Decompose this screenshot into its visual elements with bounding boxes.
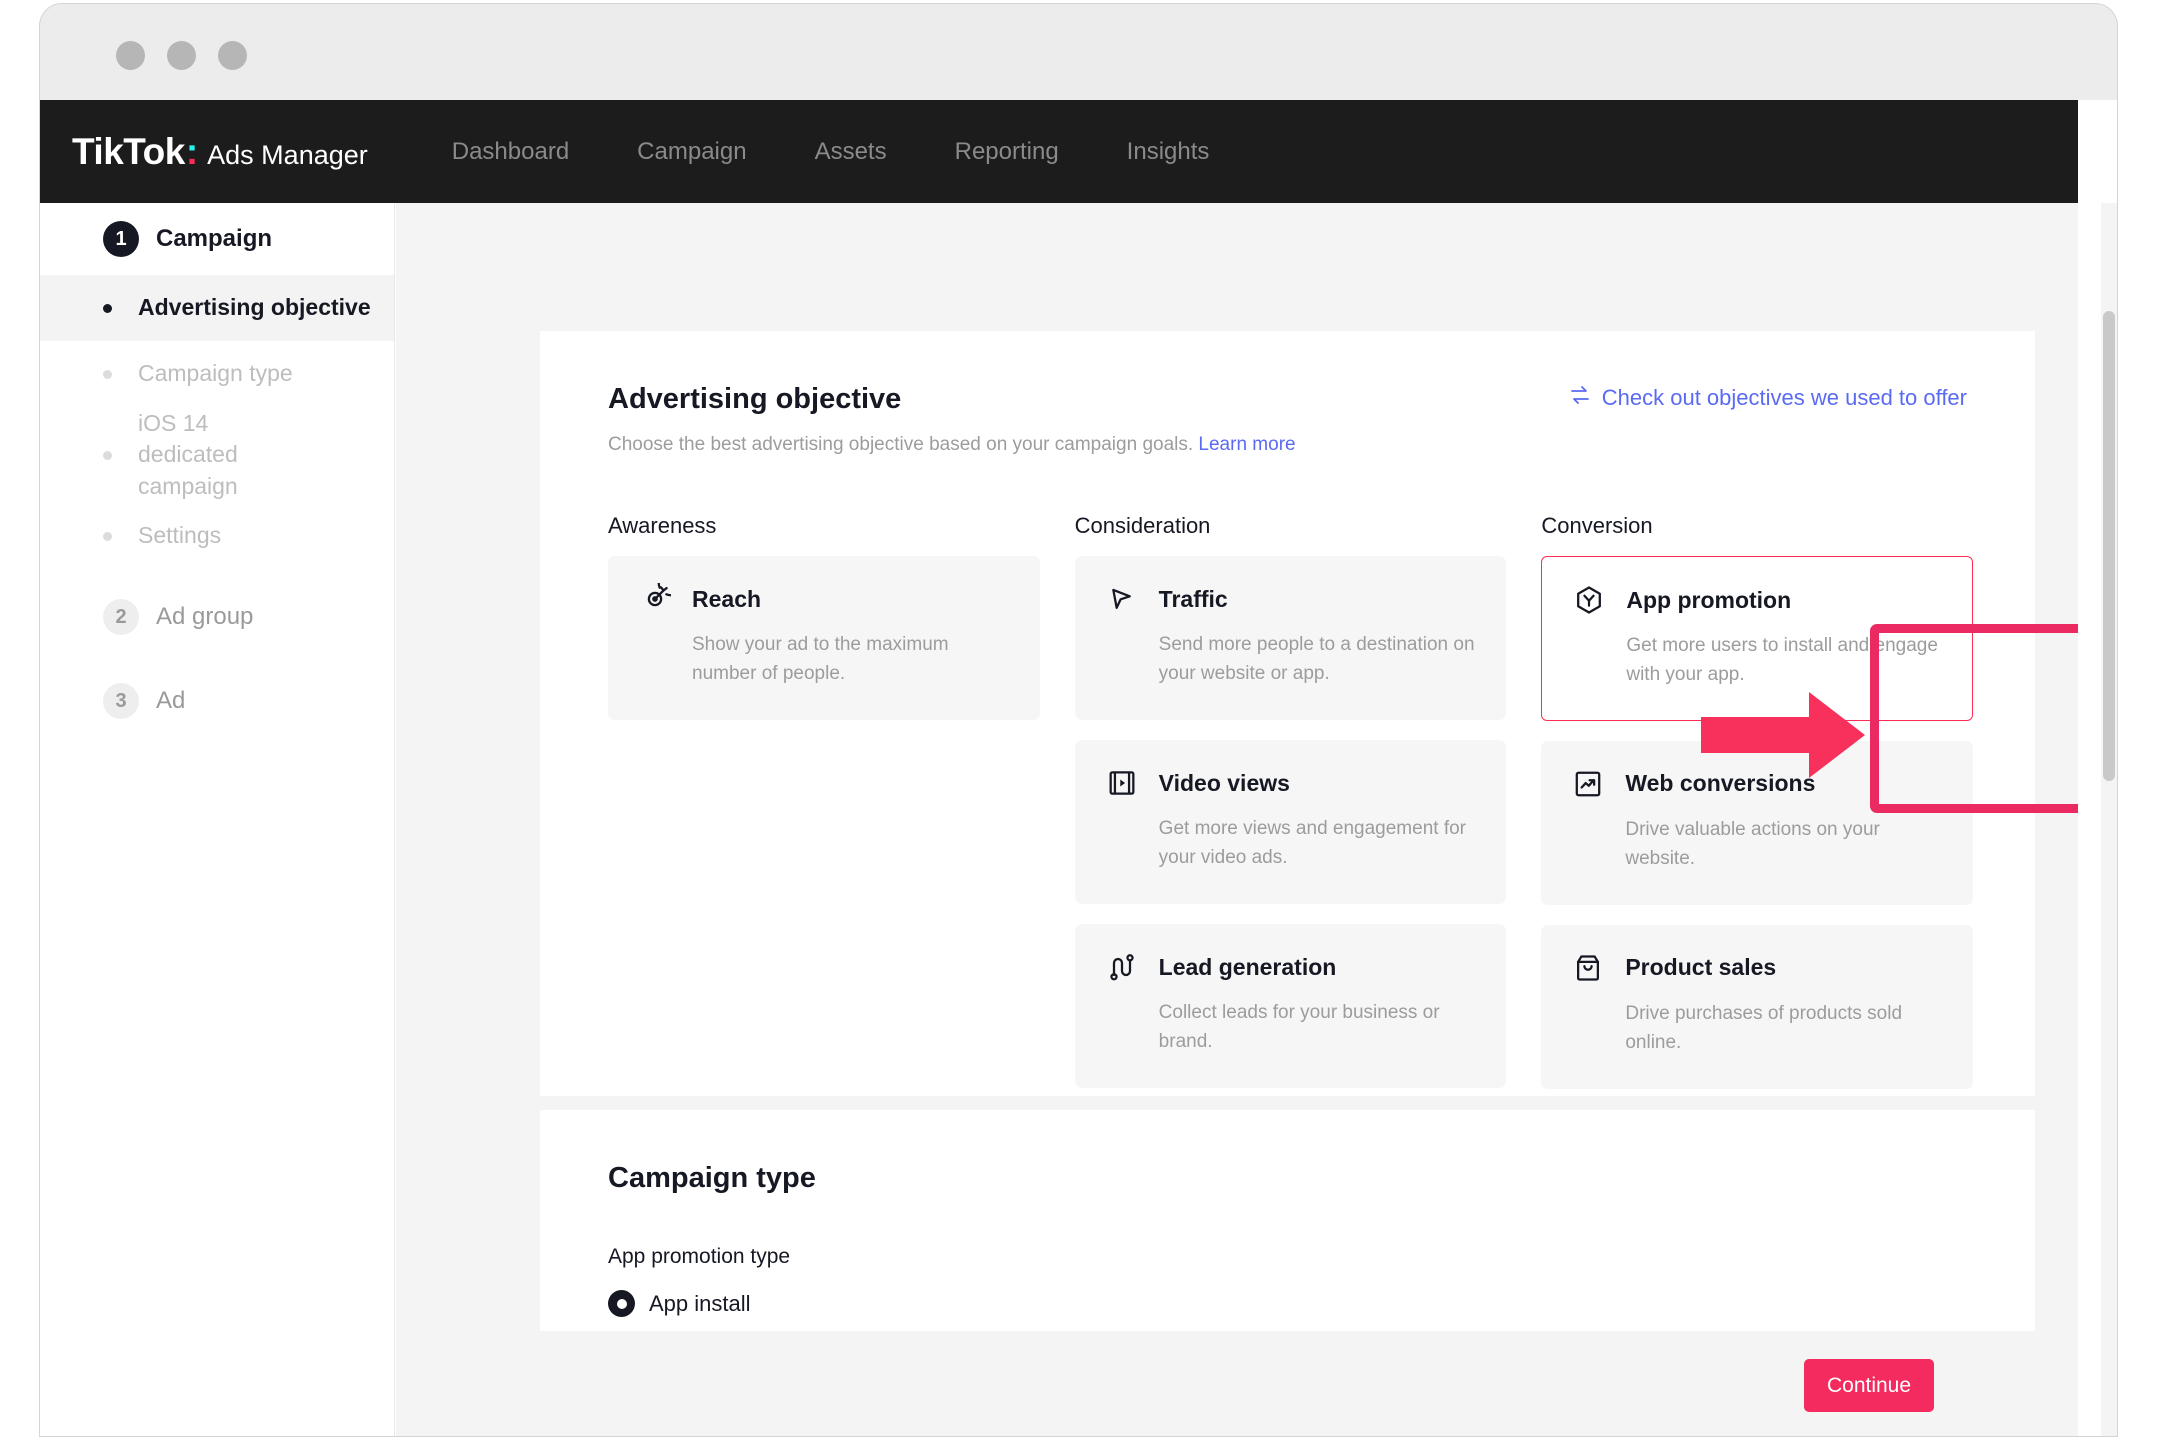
browser-titlebar [40,4,2117,100]
column-heading-consideration: Consideration [1074,513,1211,538]
sidebar-item-label-campaign-type: Campaign type [138,360,293,387]
check-previous-objectives-label: Check out objectives we used to offer [1601,385,1967,410]
objective-card-reach[interactable]: Reach Show your ad to the maximum number… [608,556,1040,720]
brand-colon-glyph: : [185,130,199,172]
objective-card-header: Product sales [1571,951,1943,985]
sidebar-step-ad-group[interactable]: 2 Ad group [40,581,394,653]
objective-card-description-app-promotion: Get more users to install and engage wit… [1626,635,1938,686]
step-number-badge-1: 1 [103,221,139,257]
continue-button[interactable]: Continue [1804,1359,1934,1412]
learn-more-link[interactable]: Learn more [1198,434,1295,455]
top-nav-links: Dashboard Campaign Assets Reporting Insi… [428,130,1254,174]
reach-target-icon [638,582,672,616]
sidebar-step-label-ad-group: Ad group [156,603,254,630]
sidebar-item-campaign-type[interactable]: Campaign type [40,341,394,407]
objective-card-header: Lead generation [1105,950,1477,984]
tiktok-ads-manager-logo[interactable]: TikTok : Ads Manager [72,131,368,173]
objective-card-web-conversions[interactable]: Web conversions Drive valuable actions o… [1541,740,1974,905]
column-heading-conversion: Conversion [1541,513,1653,538]
objective-card-title-app-promotion: App promotion [1626,586,1792,613]
step-number-badge-2: 2 [103,599,139,635]
sidebar-step-label-campaign: Campaign [156,225,273,252]
page-subtitle-text: Choose the best advertising objective ba… [608,434,1194,455]
objective-card-header: Reach [638,582,1010,616]
sidebar-item-settings[interactable]: Settings [40,503,394,569]
app-promotion-type-label: App promotion type [608,1245,791,1268]
browser-window: TikTok : Ads Manager Dashboard Campaign … [40,4,2117,1436]
minimize-dot[interactable] [167,41,196,70]
app-hexagon-icon [1572,583,1606,617]
film-play-icon [1105,766,1139,800]
maximize-dot[interactable] [218,41,247,70]
objective-card-description-product-sales: Drive purchases of products sold online. [1625,1002,1903,1054]
campaign-sidebar: 1 Campaign Advertising objective Campaig… [40,203,395,1436]
brand-ads-manager-text: Ads Manager [207,139,368,170]
objective-card-video-views[interactable]: Video views Get more views and engagemen… [1074,740,1507,904]
page-viewport: TikTok : Ads Manager Dashboard Campaign … [40,100,2117,1436]
objective-card-description-web-conversions: Drive valuable actions on your website. [1625,818,1880,870]
objective-card-traffic[interactable]: Traffic Send more people to a destinatio… [1074,556,1507,720]
objective-card-header: Traffic [1105,582,1477,616]
trend-up-box-icon [1571,767,1605,801]
brand-tiktok-text: TikTok [72,130,185,172]
advertising-objective-panel: Advertising objective Choose the best ad… [540,331,2035,1272]
sidebar-item-ios14-dedicated-campaign[interactable]: iOS 14 dedicated campaign [40,407,394,503]
sidebar-step-campaign[interactable]: 1 Campaign [40,203,394,275]
check-previous-objectives-link[interactable]: Check out objectives we used to offer [1568,383,1967,413]
bullet-icon [103,303,112,313]
objective-card-product-sales[interactable]: Product sales Drive purchases of product… [1541,924,1974,1089]
objective-card-header: App promotion [1572,583,1942,617]
nav-right-filler [2078,100,2117,203]
objective-card-description-traffic: Send more people to a destination on you… [1158,634,1475,685]
sidebar-step-ad[interactable]: 3 Ad [40,665,394,737]
nav-item-assets[interactable]: Assets [791,130,911,174]
lead-magnet-icon [1105,950,1139,984]
objective-card-header: Web conversions [1571,767,1943,801]
shopping-bag-icon [1571,951,1605,985]
radio-option-label-app-install: App install [649,1290,751,1316]
nav-item-dashboard[interactable]: Dashboard [428,130,593,174]
radio-inner-dot [616,1298,627,1309]
nav-item-campaign[interactable]: Campaign [613,130,770,174]
bullet-icon [103,531,112,541]
objective-card-description-reach: Show your ad to the maximum number of pe… [692,634,949,685]
sidebar-item-label-settings: Settings [138,522,222,549]
top-navigation-bar: TikTok : Ads Manager Dashboard Campaign … [40,100,2078,203]
objective-card-title-traffic: Traffic [1158,585,1228,612]
sidebar-item-label-ios14-dedicated-campaign: iOS 14 dedicated campaign [138,410,238,499]
vertical-scrollbar-track[interactable] [2101,203,2117,1436]
objective-card-lead-generation[interactable]: Lead generation Collect leads for your b… [1074,924,1507,1088]
objective-card-description-lead-generation: Collect leads for your business or brand… [1158,1002,1440,1053]
panel-divider [540,1096,2035,1110]
nav-item-reporting[interactable]: Reporting [931,130,1083,174]
swap-arrows-icon [1568,383,1592,413]
step-number-badge-3: 3 [103,683,139,719]
radio-selected-icon [608,1290,635,1317]
radio-option-app-install[interactable]: App install [608,1290,751,1317]
campaign-type-title: Campaign type [608,1162,816,1194]
page-subtitle: Choose the best advertising objective ba… [608,434,1296,456]
objective-card-title-video-views: Video views [1158,769,1290,796]
objective-card-description-video-views: Get more views and engagement for your v… [1158,818,1467,869]
cursor-arrow-icon [1105,582,1139,616]
objective-card-title-product-sales: Product sales [1625,954,1777,981]
objective-card-app-promotion[interactable]: App promotion Get more users to install … [1541,556,1974,721]
sidebar-item-label-advertising-objective: Advertising objective [138,294,371,321]
sidebar-item-advertising-objective[interactable]: Advertising objective [40,275,394,341]
objective-card-header: Video views [1105,766,1477,800]
nav-item-insights[interactable]: Insights [1103,130,1234,174]
bullet-icon [103,450,112,460]
objective-card-title-web-conversions: Web conversions [1625,770,1816,797]
bullet-icon [103,369,112,379]
close-dot[interactable] [116,41,145,70]
main-content-area: Advertising objective Choose the best ad… [396,203,2078,1436]
objective-card-title-lead-generation: Lead generation [1158,953,1337,980]
column-heading-awareness: Awareness [608,513,717,538]
vertical-scrollbar-thumb[interactable] [2103,311,2115,781]
objective-card-title-reach: Reach [692,585,762,612]
sidebar-step-label-ad: Ad [156,687,186,714]
page-title: Advertising objective [608,383,902,415]
